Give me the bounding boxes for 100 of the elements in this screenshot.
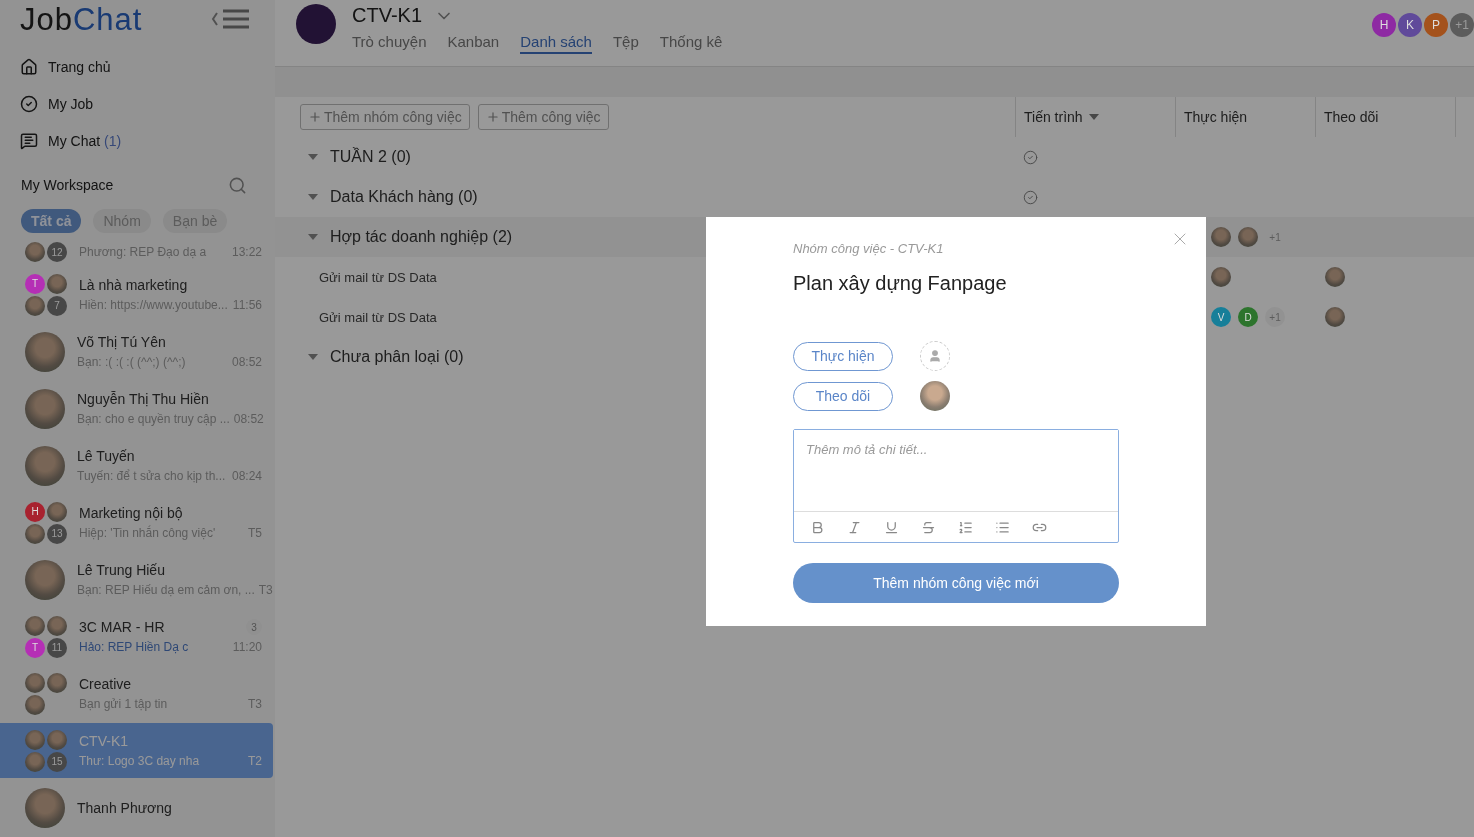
bold-icon[interactable] [810, 519, 825, 535]
member-count: 11 [47, 637, 67, 658]
check-circle-icon[interactable] [1023, 149, 1038, 165]
avatar[interactable] [920, 381, 950, 411]
avatar [25, 242, 45, 262]
chat-name: Nguyễn Thị Thu Hiền [77, 391, 209, 407]
avatar-letter: P [1424, 13, 1448, 37]
add-button[interactable]: Thêm công việc [477, 104, 609, 130]
avatar [1211, 267, 1231, 287]
tab[interactable]: Tệp [612, 33, 639, 54]
task-title[interactable]: Gửi mail từ DS Data [283, 309, 437, 325]
chat-name: Creative [79, 676, 132, 692]
caret-down-icon[interactable] [308, 192, 318, 202]
avatar [25, 729, 45, 750]
avatar [25, 751, 45, 772]
avatar [1238, 227, 1258, 247]
caret-down-icon[interactable] [308, 352, 318, 362]
role-button[interactable]: Thực hiện [793, 341, 893, 371]
bullet-list-icon[interactable] [995, 519, 1010, 535]
chat-preview: Thư: Logo 3C day nha [79, 754, 200, 768]
sort-caret-icon[interactable] [1088, 114, 1099, 120]
check-circle-icon [20, 94, 38, 113]
member-count: 13 [47, 523, 67, 544]
group-name: Data Khách hàng (0) [330, 188, 478, 206]
group-title: CTV-K1 [352, 4, 423, 27]
avatar-letter: V [1211, 307, 1231, 327]
tab[interactable]: Trò chuyện [352, 33, 427, 54]
chat-name: Thanh Phương [77, 799, 172, 816]
avatar [1325, 267, 1345, 287]
chat-name: Marketing nội bộ [79, 505, 183, 521]
tab[interactable]: Danh sách [520, 33, 592, 54]
avatar [25, 523, 45, 544]
plus-icon [485, 110, 500, 124]
column-header[interactable]: Tiến trình [1024, 109, 1083, 125]
chat-name: CTV-K1 [79, 733, 128, 749]
plus-icon [308, 110, 322, 124]
avatar-letter: H [25, 501, 45, 522]
jobchat-logo: JobChat [20, 3, 143, 35]
avatar [47, 273, 67, 294]
avatar [25, 694, 45, 715]
strikethrough-icon[interactable] [921, 519, 936, 535]
menu-icon[interactable] [211, 8, 251, 31]
member-count: 7 [47, 295, 67, 316]
tab[interactable]: Thống kê [659, 33, 723, 54]
group-name: Hợp tác doanh nghiệp (2) [330, 228, 513, 246]
column-header[interactable]: Thực hiện [1184, 109, 1248, 125]
avatar [25, 331, 65, 372]
avatar-letter: H [1372, 13, 1396, 37]
underline-icon[interactable] [884, 519, 899, 535]
description-editor[interactable]: Thêm mô tả chi tiết... [793, 429, 1119, 543]
avatar [47, 729, 67, 750]
chat-name: Lê Tuyến [77, 448, 135, 464]
chat-icon [20, 131, 38, 150]
group-name: TUẦN 2 (0) [330, 148, 411, 166]
avatar [25, 445, 65, 486]
nav-item[interactable]: Trang chủ [20, 48, 275, 86]
numbered-list-icon[interactable] [958, 519, 973, 535]
nav-item[interactable]: My Chat (1) [20, 122, 275, 160]
avatar-letter: T [25, 273, 45, 294]
avatar [47, 615, 67, 636]
avatar [47, 672, 67, 693]
task-group-name: Plan xây dựng Fanpage [793, 272, 1008, 295]
caret-down-icon[interactable] [308, 232, 318, 242]
chat-name: Lê Trung Hiếu [77, 562, 165, 578]
submit-button[interactable]: Thêm nhóm công việc mới [793, 563, 1119, 603]
chat-time: T2 [248, 754, 262, 768]
chat-name: 3C MAR - HR [79, 619, 165, 635]
avatar-letter: K [1398, 13, 1422, 37]
avatar-letter: T [25, 637, 45, 658]
avatar-letter: D [1238, 307, 1258, 327]
chat-item[interactable]: Thanh Phương [0, 780, 273, 835]
avatar [25, 615, 45, 636]
home-icon [20, 57, 38, 76]
task-title[interactable]: Gửi mail từ DS Data [283, 269, 437, 285]
group-avatar [296, 4, 336, 44]
avatar [25, 672, 45, 693]
check-circle-icon[interactable] [1023, 189, 1038, 205]
avatar [1325, 307, 1345, 327]
search-icon[interactable] [228, 175, 247, 195]
more-count: +1 [1450, 13, 1474, 37]
avatar [25, 559, 65, 600]
member-count: 15 [47, 751, 67, 772]
add-button[interactable]: Thêm nhóm công việc [300, 104, 470, 130]
avatar [25, 787, 65, 828]
tab[interactable]: Kanban [447, 33, 500, 54]
member-count: 12 [47, 242, 67, 262]
nav-item[interactable]: My Job [20, 85, 275, 123]
role-button[interactable]: Theo dõi [793, 381, 893, 411]
chat-item[interactable]: 15 CTV-K1 Thư: Logo 3C day nha T2 [0, 723, 273, 778]
workspace-title: My Workspace [21, 177, 114, 194]
avatar [25, 388, 65, 429]
chat-preview: Hảo: REP Hiền Dạ c [79, 640, 189, 654]
chat-name: Võ Thị Tú Yên [77, 334, 166, 350]
group-name: Chưa phân loại (0) [330, 348, 464, 366]
avatar [25, 295, 45, 316]
italic-icon[interactable] [847, 519, 862, 535]
avatar [47, 501, 67, 522]
modal-subtitle: Nhóm công việc - CTV-K1 [793, 241, 945, 256]
caret-down-icon[interactable] [308, 152, 318, 162]
column-header[interactable]: Theo dõi [1324, 109, 1379, 125]
